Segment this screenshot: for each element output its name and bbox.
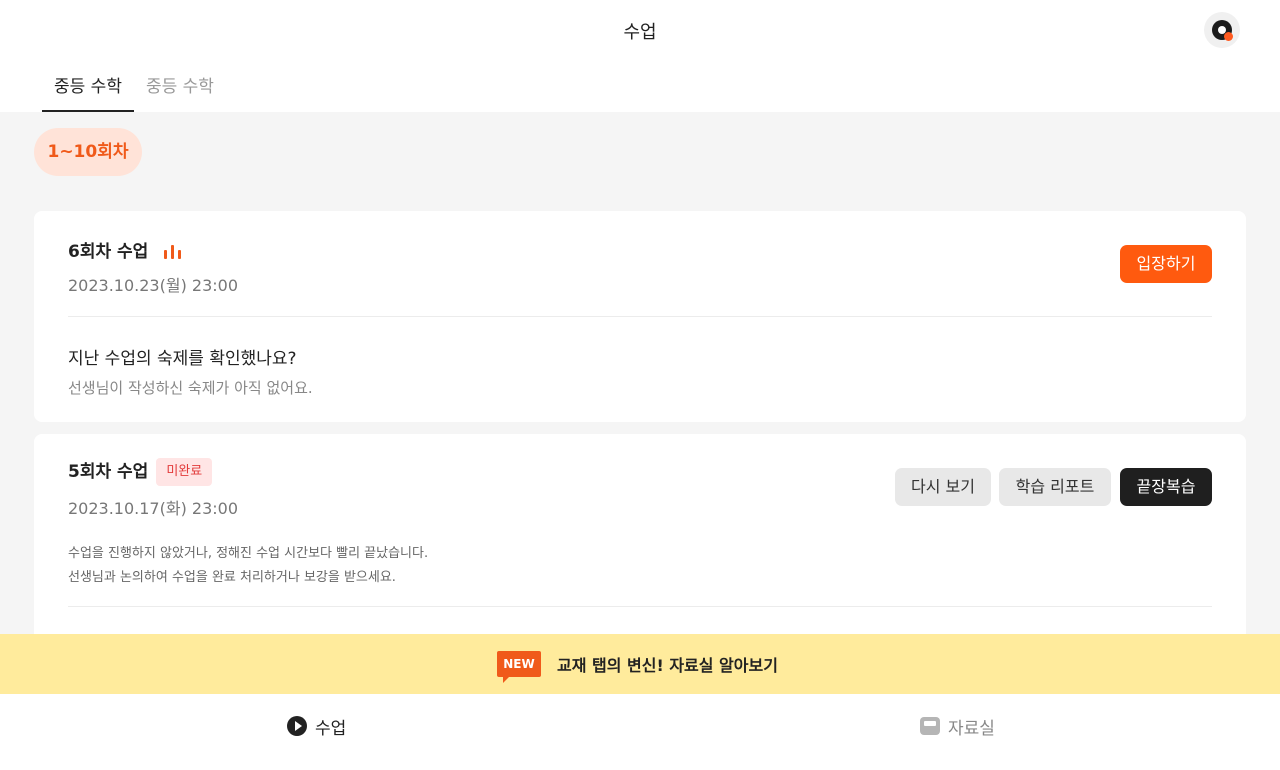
lesson-title-text: 5회차 수업	[68, 462, 149, 482]
nav-label: 자료실	[948, 718, 995, 739]
new-badge-icon: NEW	[497, 651, 541, 683]
nav-item-library[interactable]: 자료실	[920, 714, 995, 739]
banner-content: NEW 교재 탭의 변신! 자료실 알아보기	[497, 649, 778, 683]
inbox-icon	[920, 717, 940, 735]
enter-class-button[interactable]: 입장하기	[1120, 245, 1212, 283]
tab-middle-math-1[interactable]: 중등 수학	[42, 74, 134, 112]
notice-line-1: 수업을 진행하지 않았거나, 정해진 수업 시간보다 빨리 끝났습니다.	[68, 546, 429, 561]
lesson-card-6: 6회차 수업 2023.10.23(월) 23:00 입장하기 지난 수업의 숙…	[34, 211, 1246, 422]
play-circle-icon	[287, 716, 307, 736]
lesson-title: 5회차 수업 미완료	[68, 457, 213, 486]
learning-report-button[interactable]: 학습 리포트	[999, 468, 1111, 506]
lesson-card-5: 5회차 수업 미완료 2023.10.17(화) 23:00 다시 보기 학습 리…	[34, 434, 1246, 664]
nav-label: 수업	[315, 718, 347, 739]
page-title: 수업	[623, 22, 657, 43]
promo-banner[interactable]: NEW 교재 탭의 변신! 자료실 알아보기	[0, 634, 1280, 694]
card-divider	[68, 606, 1212, 607]
notice-line-2: 선생님과 논의하여 수업을 완료 처리하거나 보강을 받으세요.	[68, 570, 396, 585]
avatar-accent-dot	[1224, 32, 1233, 41]
profile-avatar[interactable]	[1204, 12, 1240, 48]
banner-text: 교재 탭의 변신! 자료실 알아보기	[557, 656, 778, 675]
lesson-date: 2023.10.17(화) 23:00	[68, 499, 239, 518]
live-indicator-icon	[164, 245, 182, 259]
final-review-button[interactable]: 끝장복습	[1120, 468, 1212, 506]
nav-item-lessons[interactable]: 수업	[287, 714, 347, 739]
tab-middle-math-2[interactable]: 중등 수학	[134, 74, 226, 112]
homework-status: 선생님이 작성하신 숙제가 아직 없어요.	[68, 379, 313, 397]
top-bar: 수업 중등 수학 중등 수학	[0, 0, 1280, 112]
rewatch-button[interactable]: 다시 보기	[895, 468, 991, 506]
homework-question: 지난 수업의 숙제를 확인했나요?	[68, 349, 297, 369]
lesson-date: 2023.10.23(월) 23:00	[68, 276, 239, 295]
lesson-title-text: 6회차 수업	[68, 242, 149, 262]
lesson-title: 6회차 수업	[68, 237, 182, 262]
bottom-navigation: 수업 자료실	[0, 694, 1280, 770]
card-divider	[68, 316, 1212, 317]
subject-tabs: 중등 수학 중등 수학	[42, 74, 226, 112]
incomplete-badge: 미완료	[156, 458, 213, 486]
session-range-chip[interactable]: 1~10회차	[34, 128, 142, 176]
